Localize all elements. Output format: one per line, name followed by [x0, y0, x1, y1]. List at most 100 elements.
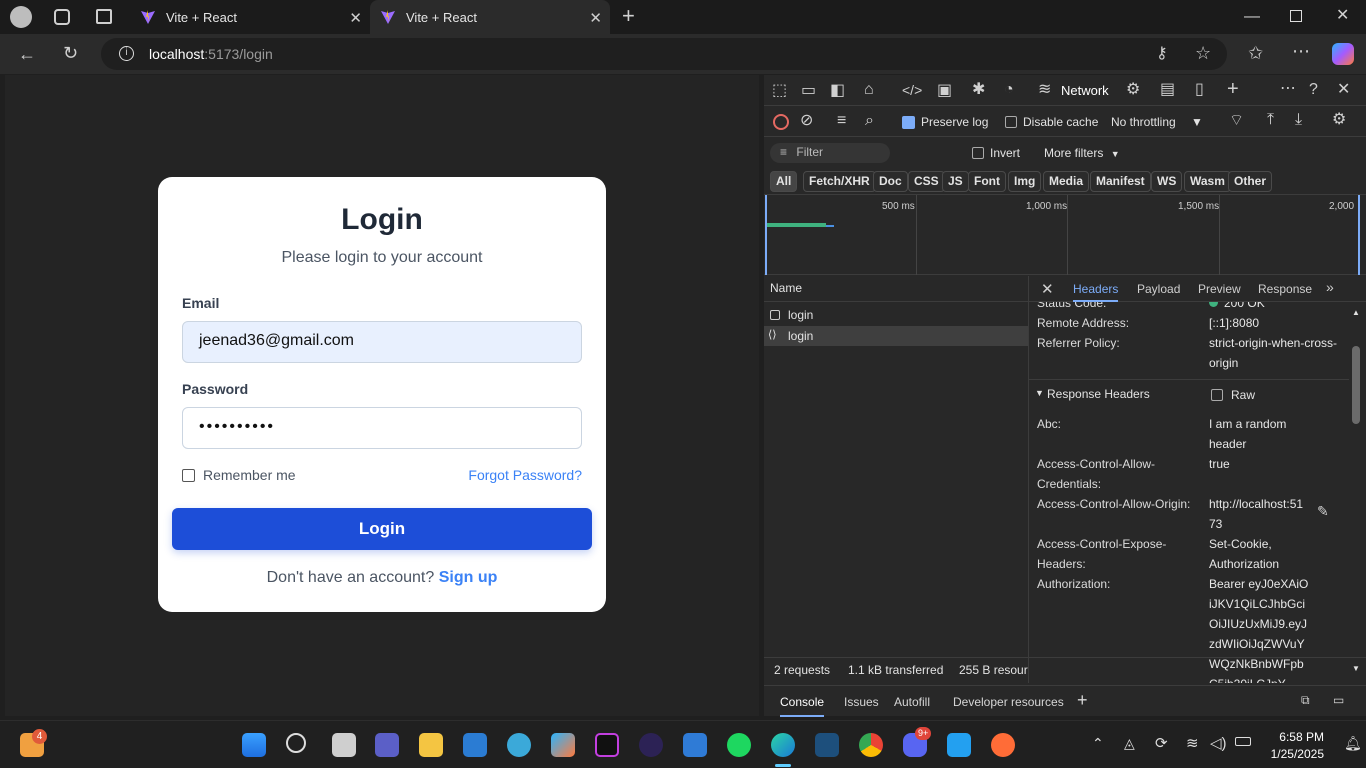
tab-vite-react-1[interactable]: Vite + React ✕: [130, 0, 370, 34]
drawer-tab-console[interactable]: Console: [780, 695, 825, 717]
filter-toggle-icon[interactable]: ≡: [837, 113, 846, 129]
back-icon[interactable]: ←: [18, 45, 36, 63]
request-row-selected[interactable]: ⟨⟩ login: [764, 326, 1028, 346]
record-icon[interactable]: [773, 114, 789, 130]
address-bar[interactable]: i localhost:5173/login ⚷ ☆: [101, 38, 1227, 70]
password-input[interactable]: ••••••••••: [182, 407, 582, 449]
network-wifi-icon[interactable]: ≋: [1038, 82, 1051, 98]
file-explorer-icon[interactable]: [419, 733, 443, 757]
type-filter-css[interactable]: CSS: [908, 171, 945, 192]
close-window-icon[interactable]: ✕: [1336, 8, 1349, 24]
search-icon[interactable]: [286, 733, 306, 753]
dock-icon[interactable]: ◧: [830, 83, 845, 99]
email-input[interactable]: jeenad36@gmail.com: [182, 321, 582, 363]
device-toolbar-icon[interactable]: ▭: [801, 83, 816, 99]
close-devtools-icon[interactable]: ✕: [1337, 82, 1350, 98]
edge-icon[interactable]: [771, 733, 795, 757]
scrollbar[interactable]: ▲ ▼: [1351, 306, 1361, 676]
preserve-log-checkbox[interactable]: Preserve log: [902, 115, 988, 129]
intellij-icon[interactable]: [595, 733, 619, 757]
task-view-icon[interactable]: [332, 733, 356, 757]
settings-gear-icon[interactable]: ⚙: [1126, 82, 1140, 98]
more-options-icon[interactable]: ⋯: [1280, 81, 1296, 97]
invert-checkbox[interactable]: Invert: [972, 146, 1020, 160]
scrollbar-thumb[interactable]: [1352, 346, 1360, 424]
type-filter-img[interactable]: Img: [1008, 171, 1042, 192]
elements-icon[interactable]: </>: [902, 83, 922, 97]
network-panel-tab[interactable]: Network: [1061, 83, 1109, 98]
volume-icon[interactable]: ◁): [1210, 734, 1227, 752]
drawer-tab-developer-resources[interactable]: Developer resources: [953, 695, 1064, 709]
browser-globe-icon[interactable]: [507, 733, 531, 757]
name-column-header[interactable]: Name: [764, 276, 1028, 302]
system-clock[interactable]: 6:58 PM 1/25/2025: [1271, 729, 1324, 763]
memory-icon[interactable]: ▯: [1195, 82, 1204, 98]
restore-icon[interactable]: [1290, 10, 1302, 22]
workspaces-icon[interactable]: [54, 9, 70, 25]
clear-icon[interactable]: ⊘: [800, 113, 813, 129]
tab-headers[interactable]: Headers: [1073, 282, 1119, 302]
type-filter-all[interactable]: All: [770, 171, 798, 192]
drawer-tab-autofill[interactable]: Autofill: [894, 695, 930, 709]
site-info-icon[interactable]: i: [119, 46, 134, 61]
tab-preview[interactable]: Preview: [1198, 282, 1241, 296]
type-filter-manifest[interactable]: Manifest: [1090, 171, 1151, 192]
url-text[interactable]: localhost:5173/login: [149, 46, 273, 62]
remote-app-icon[interactable]: [683, 733, 707, 757]
response-headers-section-header[interactable]: ▼ Response Headers Raw: [1029, 379, 1349, 409]
checked-box-icon[interactable]: [902, 115, 915, 129]
close-drawer-icon[interactable]: ▭: [1333, 693, 1344, 707]
dock-drawer-icon[interactable]: ⧉: [1301, 693, 1310, 708]
console-icon[interactable]: ▣: [937, 83, 952, 99]
profile-icon[interactable]: [10, 6, 32, 28]
mysql-workbench-icon[interactable]: [815, 733, 839, 757]
close-tab-icon[interactable]: ✕: [349, 9, 362, 27]
favorites-icon[interactable]: ✩: [1248, 44, 1263, 62]
more-filters-dropdown[interactable]: More filters ▼: [1044, 146, 1120, 160]
password-key-icon[interactable]: ⚷: [1156, 46, 1168, 62]
start-windows-icon[interactable]: [242, 733, 266, 757]
performance-icon[interactable]: ◔: [1004, 82, 1014, 98]
timeline-selection-edge[interactable]: [1358, 195, 1360, 275]
wifi-icon[interactable]: ≋: [1186, 734, 1199, 752]
search-icon[interactable]: ⌕: [865, 113, 874, 129]
remember-me-checkbox[interactable]: Remember me: [182, 467, 296, 483]
throttling-select[interactable]: No throttling ▼: [1111, 115, 1203, 129]
tray-sync-icon[interactable]: ⟳: [1155, 734, 1168, 752]
type-filter-js[interactable]: JS: [942, 171, 969, 192]
more-tabs-chevron-icon[interactable]: »: [1326, 279, 1334, 295]
scroll-up-arrow-icon[interactable]: ▲: [1352, 308, 1360, 317]
add-panel-icon[interactable]: +: [1227, 79, 1239, 99]
vertical-tabs-icon[interactable]: [96, 9, 112, 24]
forgot-password-link[interactable]: Forgot Password?: [468, 467, 582, 483]
tray-chevron-icon[interactable]: ⌃: [1092, 735, 1104, 752]
timeline-selection-edge[interactable]: [765, 195, 767, 275]
network-timeline[interactable]: 500 ms 1,000 ms 1,500 ms 2,000: [764, 194, 1366, 275]
close-details-icon[interactable]: ✕: [1041, 280, 1054, 298]
raw-checkbox-icon[interactable]: [1211, 389, 1223, 401]
type-filter-ws[interactable]: WS: [1151, 171, 1183, 192]
drawer-tab-issues[interactable]: Issues: [844, 695, 879, 709]
add-drawer-tab-icon[interactable]: +: [1077, 690, 1088, 711]
more-menu-icon[interactable]: ⋯: [1292, 42, 1310, 60]
network-conditions-icon[interactable]: ⌔: [1229, 113, 1244, 129]
close-tab-icon[interactable]: ✕: [589, 9, 602, 27]
new-tab-button[interactable]: +: [622, 5, 635, 27]
import-har-icon[interactable]: ⤒: [1267, 112, 1274, 128]
teams-icon[interactable]: [375, 733, 399, 757]
eclipse-icon[interactable]: [639, 733, 663, 757]
checkbox-icon[interactable]: [1005, 116, 1017, 128]
notifications-bell-icon[interactable]: 🔔︎: [1344, 735, 1362, 752]
inspect-element-icon[interactable]: ⬚: [772, 83, 787, 99]
signup-link[interactable]: Sign up: [439, 569, 498, 586]
store-icon[interactable]: [463, 733, 487, 757]
network-settings-icon[interactable]: ⚙: [1332, 112, 1346, 128]
spotify-icon[interactable]: [727, 733, 751, 757]
sources-bug-icon[interactable]: ✱: [972, 82, 985, 98]
minimize-icon[interactable]: —: [1244, 9, 1260, 25]
export-har-icon[interactable]: ⤓: [1295, 112, 1302, 128]
application-icon[interactable]: ▤: [1160, 82, 1175, 98]
battery-icon[interactable]: [1235, 737, 1251, 746]
checkbox-icon[interactable]: [972, 147, 984, 159]
request-row[interactable]: login: [764, 305, 1028, 325]
